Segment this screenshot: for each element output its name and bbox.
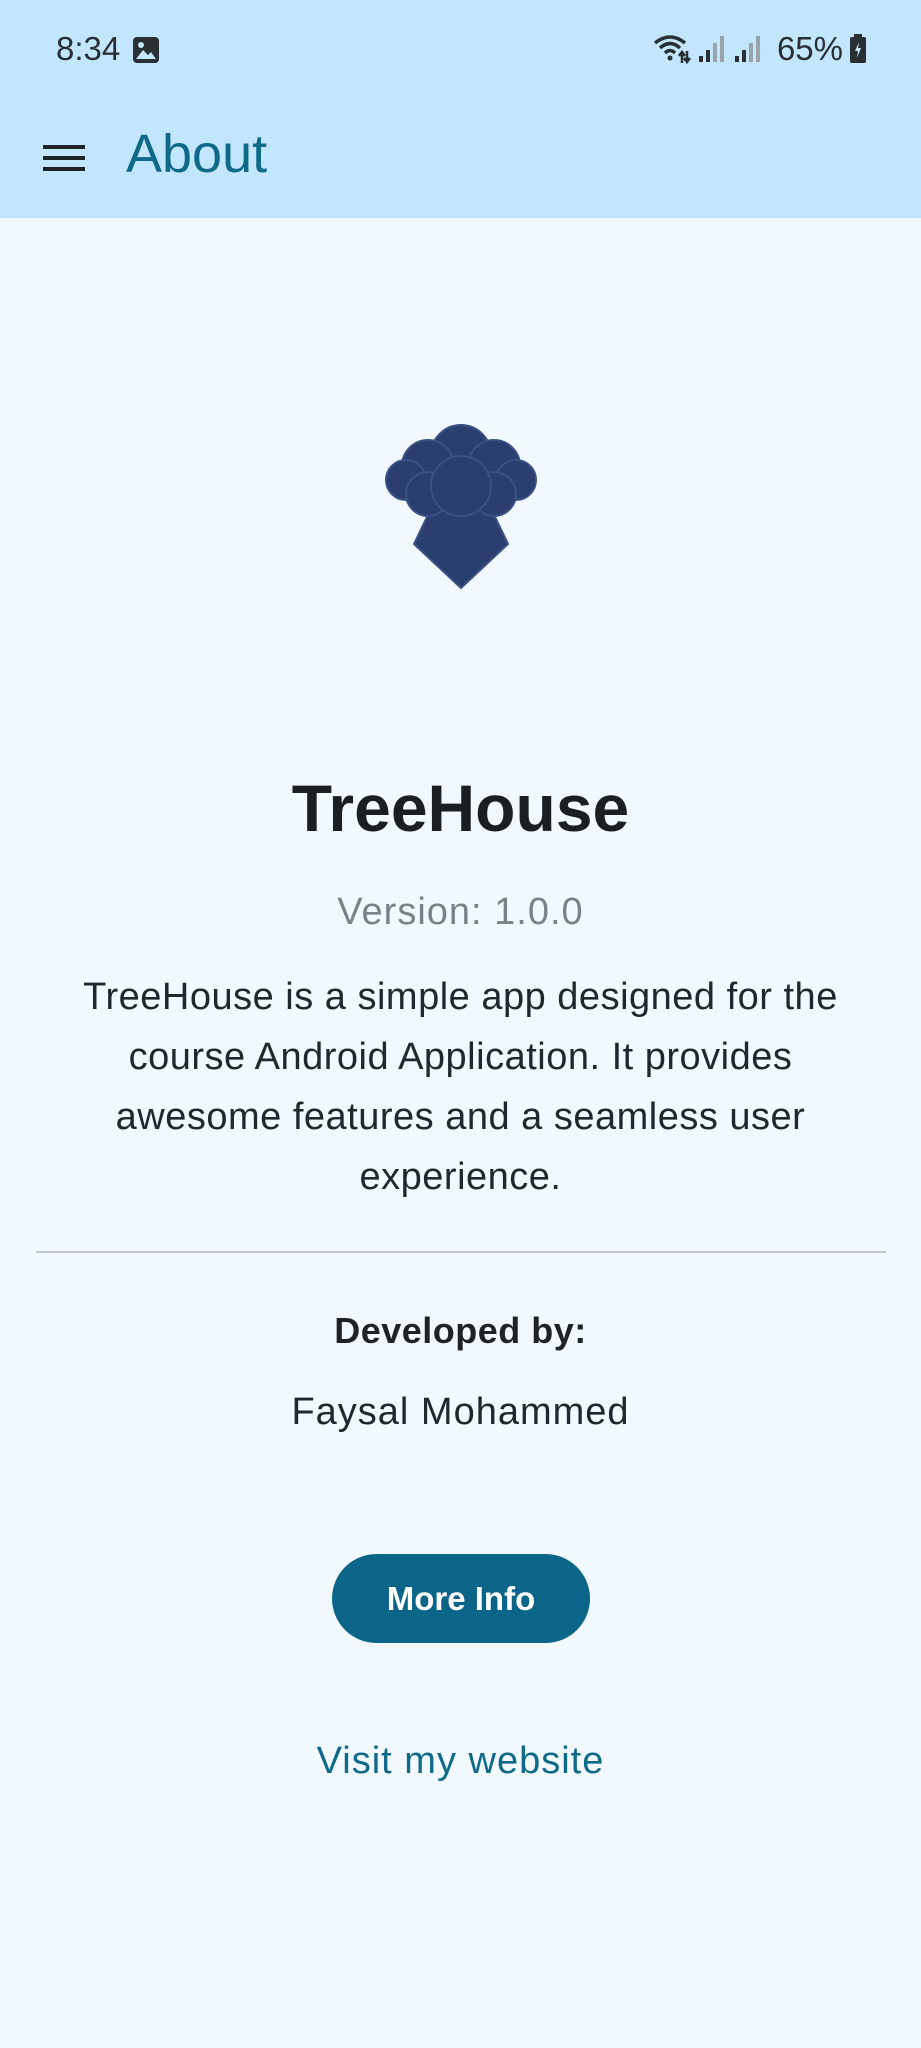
tree-logo-icon <box>376 420 546 597</box>
gallery-icon <box>132 36 160 69</box>
app-bar: About <box>0 100 921 218</box>
wifi-icon <box>653 33 691 65</box>
page-title: About <box>126 124 268 184</box>
battery-icon <box>849 34 867 64</box>
status-icons: 65% <box>653 30 867 68</box>
app-version: Version: 1.0.0 <box>337 891 584 933</box>
top-bar: 8:34 65% About <box>0 0 921 218</box>
battery-percent: 65% <box>776 30 843 67</box>
app-description: TreeHouse is a simple app designed for t… <box>83 976 838 1198</box>
visit-website-link[interactable]: Visit my website <box>0 1740 921 1783</box>
more-info-button[interactable]: More Info <box>332 1554 590 1643</box>
divider <box>36 1251 886 1253</box>
status-bar: 8:34 65% <box>0 0 921 100</box>
developer-label: Developed by: <box>334 1310 587 1351</box>
signal-icon <box>697 34 727 64</box>
signal-icon <box>733 34 763 64</box>
hamburger-menu-icon[interactable] <box>32 126 96 190</box>
developer-name: Faysal Mohammed <box>291 1391 630 1433</box>
status-time: 8:34 <box>56 30 121 67</box>
app-name: TreeHouse <box>291 771 630 845</box>
